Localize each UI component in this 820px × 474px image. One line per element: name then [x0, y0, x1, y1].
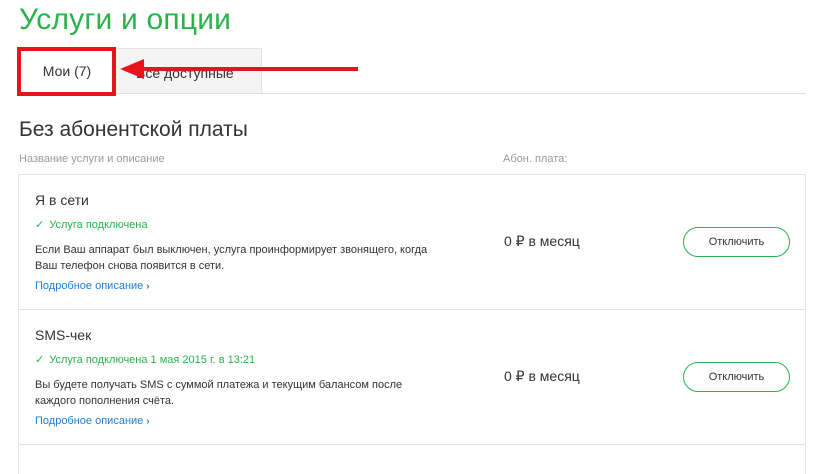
arrow-left-icon — [120, 59, 358, 79]
page-title: Услуги и опции — [19, 3, 232, 36]
service-status: ✓ Услуга подключена — [35, 218, 148, 231]
details-link-label: Подробное описание — [35, 280, 144, 292]
service-status-text: Услуга подключена 1 мая 2015 г. в 13:21 — [49, 354, 256, 366]
tab-my[interactable]: Мои (7) — [22, 50, 112, 93]
service-price: 0 ₽ в месяц — [504, 233, 580, 249]
service-item: SMS-чек ✓ Услуга подключена 1 мая 2015 г.… — [19, 310, 805, 445]
column-header-fee: Абон. плата: — [503, 153, 568, 165]
service-item: Я в сети ✓ Услуга подключена Если Ваш апп… — [19, 175, 805, 310]
check-icon: ✓ — [35, 354, 45, 366]
chevron-right-icon: › — [146, 281, 150, 292]
service-price: 0 ₽ в месяц — [504, 368, 580, 384]
column-header-name: Название услуги и описание — [19, 153, 165, 165]
details-link[interactable]: Подробное описание › — [35, 280, 150, 292]
check-icon: ✓ — [35, 219, 45, 231]
section-title: Без абонентской платы — [19, 118, 248, 141]
service-name: SMS-чек — [35, 327, 92, 343]
details-link[interactable]: Подробное описание › — [35, 415, 150, 427]
chevron-right-icon: › — [146, 416, 150, 427]
service-name: Я в сети — [35, 192, 89, 208]
service-status: ✓ Услуга подключена 1 мая 2015 г. в 13:21 — [35, 353, 255, 366]
disable-button[interactable]: Отключить — [683, 227, 790, 257]
disable-button[interactable]: Отключить — [683, 362, 790, 392]
service-description: Вы будете получать SMS с суммой платежа … — [35, 379, 403, 407]
details-link-label: Подробное описание — [35, 415, 144, 427]
service-status-text: Услуга подключена — [49, 219, 148, 231]
services-list: Я в сети ✓ Услуга подключена Если Ваш апп… — [18, 174, 806, 474]
service-description: Если Ваш аппарат был выключен, услуга пр… — [35, 244, 428, 272]
